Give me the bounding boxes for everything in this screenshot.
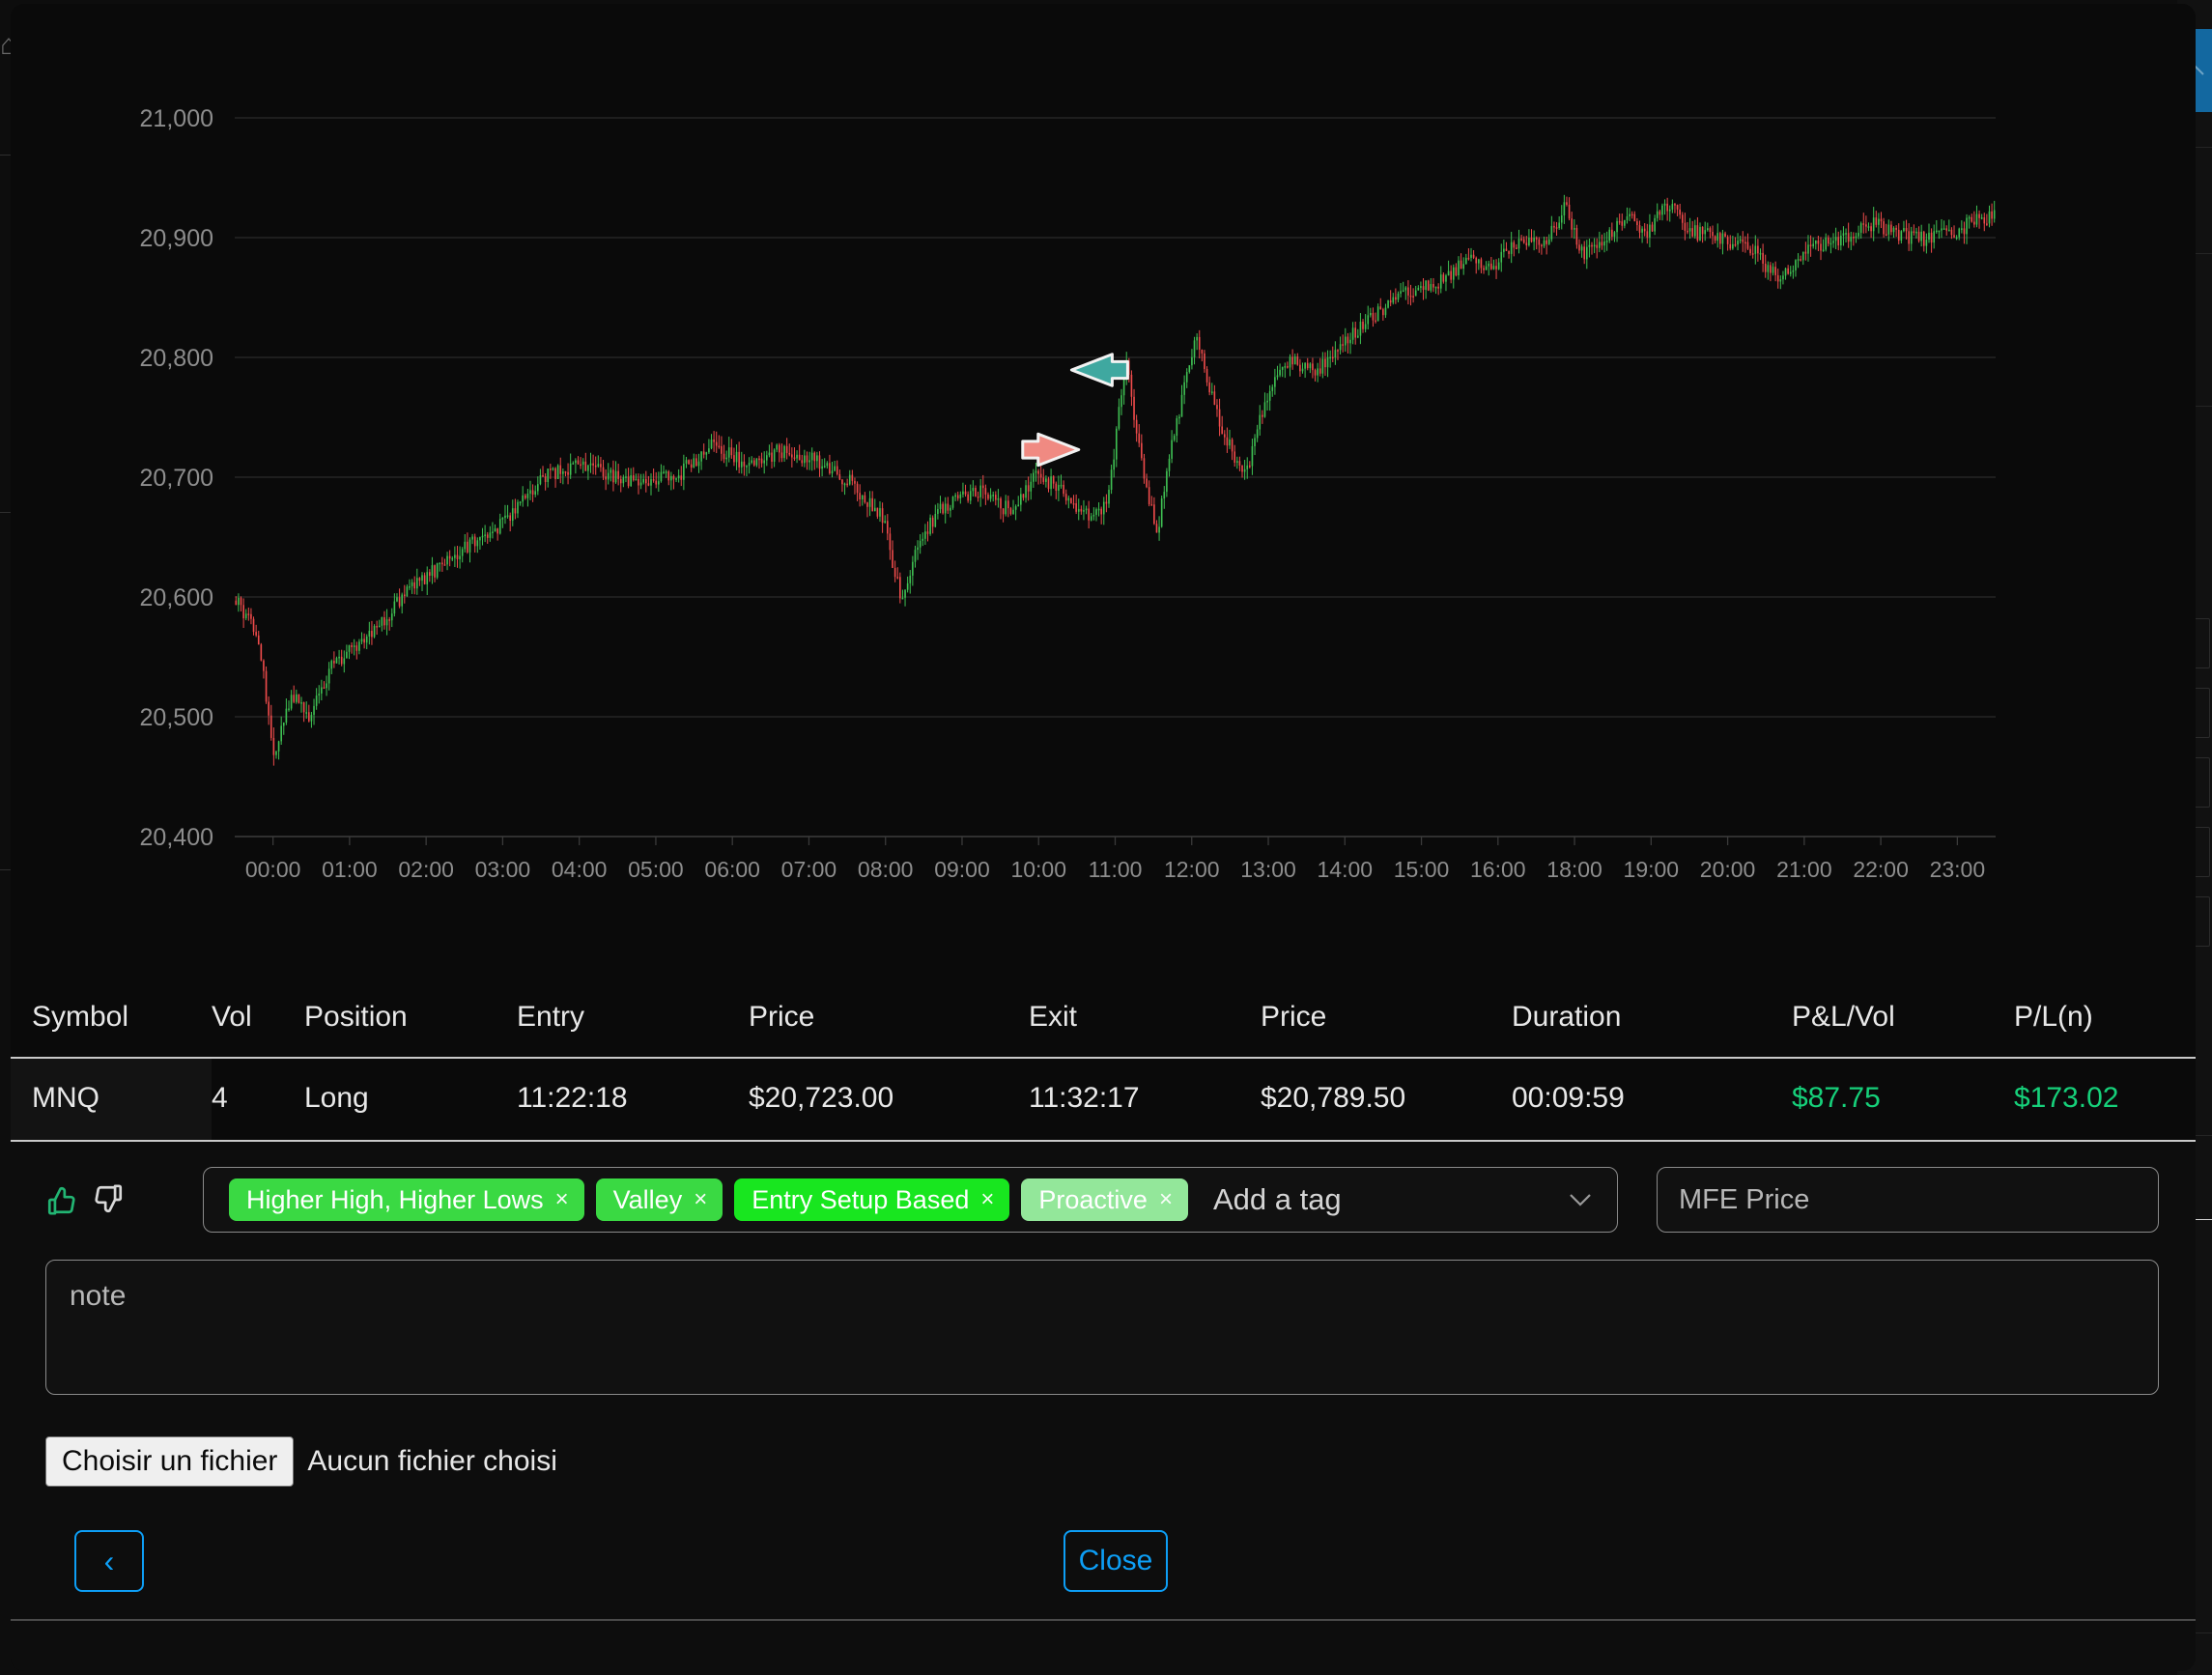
svg-text:03:00: 03:00 bbox=[475, 857, 531, 882]
tag-chip-label: Valley bbox=[612, 1184, 683, 1214]
cell-entry-price: $20,723.00 bbox=[749, 1058, 1029, 1142]
close-button[interactable]: Close bbox=[1063, 1530, 1168, 1592]
svg-text:20,600: 20,600 bbox=[140, 584, 213, 611]
svg-text:20,800: 20,800 bbox=[140, 345, 213, 372]
column-header-entry-price: Price bbox=[749, 979, 1029, 1059]
mfe-price-input[interactable] bbox=[1657, 1167, 2159, 1233]
cell-pl-net: $173.02 bbox=[2014, 1058, 2196, 1142]
svg-text:20:00: 20:00 bbox=[1700, 857, 1756, 882]
candlestick-chart[interactable]: 21,000 20,900 20,800 20,700 20,600 20,500 20,4… bbox=[11, 4, 2196, 979]
svg-text:13:00: 13:00 bbox=[1240, 857, 1296, 882]
tag-and-mfe-row: Higher High, Higher Lows × Valley × Entr… bbox=[11, 1167, 2196, 1233]
svg-text:20,900: 20,900 bbox=[140, 225, 213, 252]
cell-vol: 4 bbox=[212, 1058, 304, 1142]
chart-candles bbox=[235, 194, 1996, 766]
cell-position: Long bbox=[304, 1058, 517, 1142]
svg-text:22:00: 22:00 bbox=[1853, 857, 1909, 882]
svg-text:05:00: 05:00 bbox=[628, 857, 684, 882]
background-divider bbox=[0, 869, 11, 870]
svg-text:00:00: 00:00 bbox=[245, 857, 301, 882]
svg-text:20,400: 20,400 bbox=[140, 824, 213, 851]
svg-text:12:00: 12:00 bbox=[1164, 857, 1220, 882]
svg-text:20,500: 20,500 bbox=[140, 704, 213, 731]
svg-text:10:00: 10:00 bbox=[1010, 857, 1066, 882]
trade-rating-controls bbox=[45, 1183, 203, 1216]
thumbs-down-icon[interactable] bbox=[92, 1183, 125, 1216]
table-row[interactable]: MNQ 4 Long 11:22:18 $20,723.00 11:32:17 … bbox=[11, 1058, 2196, 1142]
cell-exit-time: 11:32:17 bbox=[1029, 1058, 1261, 1142]
note-textarea[interactable] bbox=[45, 1260, 2159, 1395]
background-divider bbox=[0, 155, 11, 156]
thumbs-up-icon[interactable] bbox=[45, 1183, 78, 1216]
svg-text:04:00: 04:00 bbox=[552, 857, 608, 882]
chart-trade-markers bbox=[1021, 353, 1129, 468]
column-header-entry: Entry bbox=[517, 979, 749, 1059]
table-header-row: Symbol Vol Position Entry Price Exit Pri… bbox=[11, 979, 2196, 1059]
file-status-label: Aucun fichier choisi bbox=[307, 1445, 557, 1477]
note-wrapper bbox=[11, 1233, 2196, 1400]
tag-chip-label: Higher High, Higher Lows bbox=[246, 1184, 544, 1214]
column-header-vol: Vol bbox=[212, 979, 304, 1059]
cell-symbol: MNQ bbox=[11, 1058, 212, 1142]
mfe-price-wrapper bbox=[1618, 1167, 2159, 1233]
svg-text:19:00: 19:00 bbox=[1624, 857, 1680, 882]
modal-action-row: ‹ Close bbox=[11, 1487, 2196, 1603]
add-tag-input[interactable] bbox=[1199, 1182, 1553, 1217]
svg-text:15:00: 15:00 bbox=[1394, 857, 1450, 882]
chart-gridlines bbox=[235, 117, 1996, 845]
tag-chip[interactable]: Higher High, Higher Lows × bbox=[229, 1178, 584, 1221]
column-header-pl-vol: P&L/Vol bbox=[1792, 979, 2014, 1059]
svg-text:18:00: 18:00 bbox=[1546, 857, 1602, 882]
svg-text:11:00: 11:00 bbox=[1089, 857, 1143, 882]
svg-text:01:00: 01:00 bbox=[322, 857, 378, 882]
column-header-position: Position bbox=[304, 979, 517, 1059]
svg-text:02:00: 02:00 bbox=[398, 857, 454, 882]
tag-chip-label: Entry Setup Based bbox=[752, 1184, 970, 1214]
svg-text:08:00: 08:00 bbox=[858, 857, 914, 882]
chart-x-axis-labels: 00:00 01:00 02:00 03:00 04:00 05:00 06:00 07:00… bbox=[245, 857, 1985, 882]
price-chart-panel[interactable]: 21,000 20,900 20,800 20,700 20,600 20,500 20,4… bbox=[11, 4, 2196, 979]
tag-chip-label: Proactive bbox=[1038, 1184, 1148, 1214]
choose-file-button[interactable]: Choisir un fichier bbox=[45, 1436, 295, 1487]
column-header-exit: Exit bbox=[1029, 979, 1261, 1059]
svg-text:21:00: 21:00 bbox=[1776, 857, 1832, 882]
cell-entry-time: 11:22:18 bbox=[517, 1058, 749, 1142]
svg-text:07:00: 07:00 bbox=[781, 857, 837, 882]
svg-text:23:00: 23:00 bbox=[1930, 857, 1986, 882]
trade-annotation-form: Higher High, Higher Lows × Valley × Entr… bbox=[11, 1142, 2196, 1603]
modal-footer-divider bbox=[11, 1619, 2196, 1621]
svg-text:09:00: 09:00 bbox=[934, 857, 990, 882]
cell-duration: 00:09:59 bbox=[1512, 1058, 1792, 1142]
entry-marker bbox=[1021, 432, 1081, 468]
cell-exit-price: $20,789.50 bbox=[1261, 1058, 1512, 1142]
tag-remove-icon[interactable]: × bbox=[694, 1186, 707, 1213]
tag-chip[interactable]: Proactive × bbox=[1021, 1178, 1188, 1221]
chart-y-axis-labels: 21,000 20,900 20,800 20,700 20,600 20,500 20,4… bbox=[140, 105, 213, 851]
file-upload-row: Choisir un fichier Aucun fichier choisi bbox=[11, 1400, 2196, 1487]
tag-remove-icon[interactable]: × bbox=[555, 1186, 569, 1213]
svg-text:16:00: 16:00 bbox=[1470, 857, 1526, 882]
svg-text:20,700: 20,700 bbox=[140, 465, 213, 492]
svg-text:21,000: 21,000 bbox=[140, 105, 213, 132]
back-button[interactable]: ‹ bbox=[74, 1530, 144, 1592]
chevron-down-icon[interactable] bbox=[1553, 1191, 1607, 1208]
tag-remove-icon[interactable]: × bbox=[980, 1186, 994, 1213]
tag-input-container[interactable]: Higher High, Higher Lows × Valley × Entr… bbox=[203, 1167, 1618, 1233]
column-header-pl-net: P/L(n) bbox=[2014, 979, 2196, 1059]
svg-text:14:00: 14:00 bbox=[1318, 857, 1374, 882]
tag-chip[interactable]: Entry Setup Based × bbox=[734, 1178, 1010, 1221]
svg-text:06:00: 06:00 bbox=[704, 857, 760, 882]
tag-chip[interactable]: Valley × bbox=[595, 1178, 723, 1221]
column-header-exit-price: Price bbox=[1261, 979, 1512, 1059]
exit-marker bbox=[1069, 353, 1129, 387]
trade-summary-table: Symbol Vol Position Entry Price Exit Pri… bbox=[11, 979, 2196, 1142]
tag-remove-icon[interactable]: × bbox=[1159, 1186, 1173, 1213]
column-header-symbol: Symbol bbox=[11, 979, 212, 1059]
column-header-duration: Duration bbox=[1512, 979, 1792, 1059]
background-divider bbox=[0, 512, 11, 513]
trade-detail-modal: 21,000 20,900 20,800 20,700 20,600 20,500 20,4… bbox=[11, 4, 2196, 1671]
cell-pl-vol: $87.75 bbox=[1792, 1058, 2014, 1142]
